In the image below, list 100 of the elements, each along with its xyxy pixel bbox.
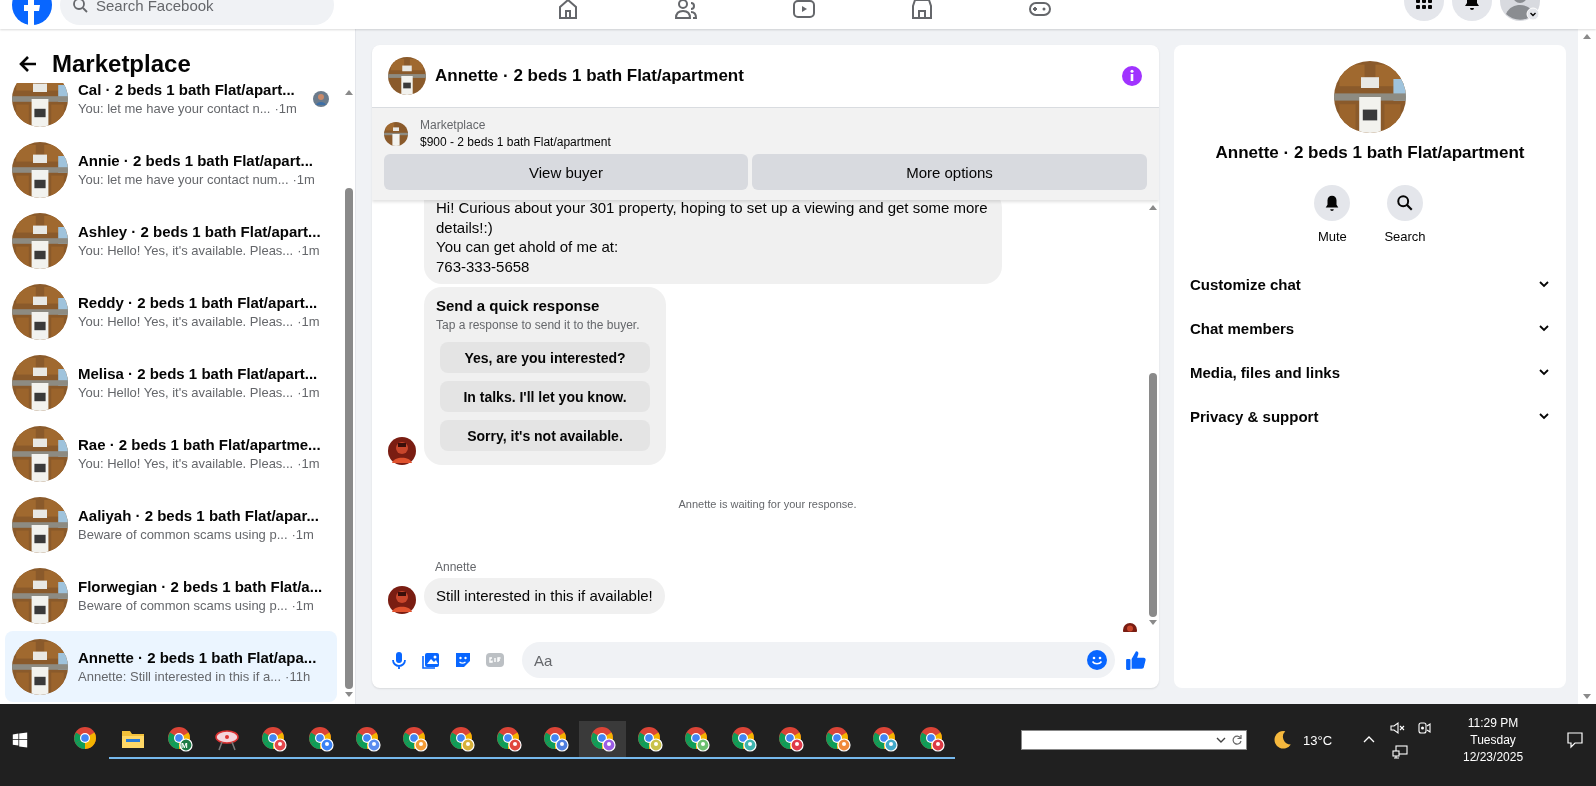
- notifications-icon[interactable]: [1566, 731, 1585, 749]
- mute-button[interactable]: [1314, 185, 1351, 221]
- thumbs-up-icon[interactable]: [1125, 649, 1147, 671]
- message-field[interactable]: Aa: [522, 642, 1115, 678]
- quick-reply-button[interactable]: Sorry, it's not available.: [440, 420, 650, 451]
- speaker-muted-icon[interactable]: [1390, 720, 1407, 736]
- conversation-title: Melisa · 2 beds 1 bath Flat/apart...: [78, 365, 319, 382]
- section-row[interactable]: Chat members: [1182, 306, 1558, 350]
- section-row[interactable]: Customize chat: [1182, 262, 1558, 306]
- action-label: Search: [1384, 229, 1426, 244]
- conversation-title: Aaliyah · 2 beds 1 bath Flat/apar...: [78, 507, 320, 524]
- section-row[interactable]: Privacy & support: [1182, 394, 1558, 438]
- conversation-item[interactable]: Annette · 2 beds 1 bath Flat/apa... Annette: Still interested in this if a... ·11h: [5, 631, 337, 702]
- browser-icon: [495, 726, 522, 752]
- friends-icon[interactable]: [674, 0, 698, 21]
- message-preview: You: Hello! Yes, it's available. Pleas...: [78, 314, 294, 329]
- more-options-button[interactable]: More options: [752, 154, 1147, 190]
- conversation-item[interactable]: Annie · 2 beds 1 bath Flat/apart... You: let me have your contact num... ·1m: [5, 134, 337, 205]
- section-label: Chat members: [1190, 319, 1295, 337]
- conversation-title: Cal · 2 beds 1 bath Flat/apart...: [78, 83, 296, 98]
- section-row[interactable]: Media, files and links: [1182, 350, 1558, 394]
- network-icon[interactable]: [1392, 744, 1409, 760]
- section-label: Media, files and links: [1190, 363, 1341, 381]
- conversation-name: Annette · 2 beds 1 bath Flat/apartment: [1215, 143, 1525, 163]
- quick-response-title: Send a quick response: [436, 297, 601, 314]
- browser-icon: [72, 726, 99, 752]
- message-preview: Beware of common scams using p...: [78, 527, 288, 542]
- quick-reply-button[interactable]: In talks. I'll let you know.: [440, 381, 650, 412]
- taskbar-app[interactable]: [579, 721, 626, 759]
- sidebar-title: Marketplace: [52, 50, 191, 78]
- message-preview: You: Hello! Yes, it's available. Pleas...: [78, 456, 294, 471]
- conversation-item[interactable]: Florwegian · 2 beds 1 bath Flat/a... Beware of common scams using p... ·1m: [5, 560, 337, 631]
- message-time: ·1m: [291, 598, 314, 613]
- scrollbar[interactable]: [1578, 29, 1596, 704]
- conversation-item[interactable]: Cal · 2 beds 1 bath Flat/apart... You: let me have your contact n... ·1m: [5, 83, 337, 134]
- chat-title: Annette · 2 beds 1 bath Flat/apartment: [435, 66, 745, 86]
- search-field[interactable]: Search Facebook: [60, 0, 334, 25]
- weather-temperature[interactable]: 13°C: [1303, 732, 1333, 748]
- browser-icon: [777, 726, 804, 752]
- browser-icon: [918, 726, 945, 752]
- taskbar-app[interactable]: M: [156, 721, 203, 759]
- view-buyer-button[interactable]: View buyer: [384, 154, 748, 190]
- browser-icon: [260, 726, 287, 752]
- message-bubble: Still interested in this if available!: [424, 578, 665, 614]
- back-arrow-icon[interactable]: [18, 54, 38, 74]
- message-bubble: Hi! Curious about your 301 property, hoping to set up a viewing and get some more details!:) You can get ahold of me at: 763-333-5658: [424, 200, 1002, 284]
- browser-icon: [354, 726, 381, 752]
- emoji-icon[interactable]: [1087, 650, 1107, 670]
- action-label: Mute: [1317, 229, 1347, 244]
- quick-reply-button[interactable]: Yes, are you interested?: [440, 342, 650, 373]
- browser-icon: [401, 726, 428, 752]
- message-preview: You: let me have your contact n...: [78, 101, 271, 116]
- conversation-item[interactable]: Aaliyah · 2 beds 1 bath Flat/apar... Beware of common scams using p... ·1m: [5, 489, 337, 560]
- browser-icon: [448, 726, 475, 752]
- sender-name: Annette: [435, 560, 478, 574]
- message-preview: You: Hello! Yes, it's available. Pleas...: [78, 243, 294, 258]
- message-time: ·1m: [297, 385, 320, 400]
- section-label: Privacy & support: [1190, 407, 1319, 425]
- browser-icon: [730, 726, 757, 752]
- conversation-title: Reddy · 2 beds 1 bath Flat/apart...: [78, 294, 319, 311]
- browser-icon: [166, 726, 193, 752]
- camera-icon[interactable]: [1416, 720, 1433, 736]
- start-icon[interactable]: [12, 732, 28, 748]
- browser-icon: [636, 726, 663, 752]
- message-preview: Beware of common scams using p...: [78, 598, 288, 613]
- search-button[interactable]: [1387, 185, 1423, 221]
- browser-icon: [683, 726, 710, 752]
- conversation-item[interactable]: Melisa · 2 beds 1 bath Flat/apart... You: Hello! Yes, it's available. Pleas... ·1m: [5, 347, 337, 418]
- browser-icon: [871, 726, 898, 752]
- conversation-title: Annette · 2 beds 1 bath Flat/apa...: [78, 649, 318, 666]
- home-icon[interactable]: [556, 0, 580, 21]
- message-preview: You: let me have your contact num...: [78, 172, 289, 187]
- refresh-icon[interactable]: [1231, 734, 1243, 746]
- banner-label: Marketplace: [420, 118, 487, 132]
- conversation-title: Florwegian · 2 beds 1 bath Flat/a...: [78, 578, 324, 595]
- message-time: ·11h: [285, 669, 311, 684]
- clock[interactable]: 11:29 PM Tuesday 12/23/2025: [1458, 716, 1529, 764]
- listing-title: $900 - 2 beds 1 bath Flat/apartment: [420, 135, 611, 149]
- status-message: Annette is waiting for your response.: [678, 498, 857, 510]
- conversation-item[interactable]: Reddy · 2 beds 1 bath Flat/apart... You: Hello! Yes, it's available. Pleas... ·1m: [5, 276, 337, 347]
- conversation-title: Rae · 2 beds 1 bath Flat/apartme...: [78, 436, 322, 453]
- info-icon[interactable]: [1122, 66, 1142, 86]
- message-time: ·1m: [292, 172, 315, 187]
- photo-icon[interactable]: [420, 650, 442, 670]
- message-time: ·1m: [297, 314, 320, 329]
- conversation-item[interactable]: Rae · 2 beds 1 bath Flat/apartme... You: Hello! Yes, it's available. Pleas... ·1m: [5, 418, 337, 489]
- message-preview: You: Hello! Yes, it's available. Pleas...: [78, 385, 294, 400]
- browser-icon: [307, 726, 334, 752]
- message-time: ·1m: [274, 101, 297, 116]
- message-time: ·1m: [297, 456, 320, 471]
- message-time: ·1m: [291, 527, 314, 542]
- conversation-title: Ashley · 2 beds 1 bath Flat/apart...: [78, 223, 322, 240]
- conversation-title: Annie · 2 beds 1 bath Flat/apart...: [78, 152, 315, 169]
- store-icon[interactable]: [910, 0, 934, 21]
- browser-icon: [542, 726, 569, 752]
- address-field[interactable]: [1021, 730, 1247, 750]
- search-icon: [1396, 194, 1414, 212]
- video-icon[interactable]: [792, 0, 816, 21]
- section-label: Customize chat: [1190, 275, 1301, 293]
- conversation-item[interactable]: Ashley · 2 beds 1 bath Flat/apart... You: Hello! Yes, it's available. Pleas... ·1m: [5, 205, 337, 276]
